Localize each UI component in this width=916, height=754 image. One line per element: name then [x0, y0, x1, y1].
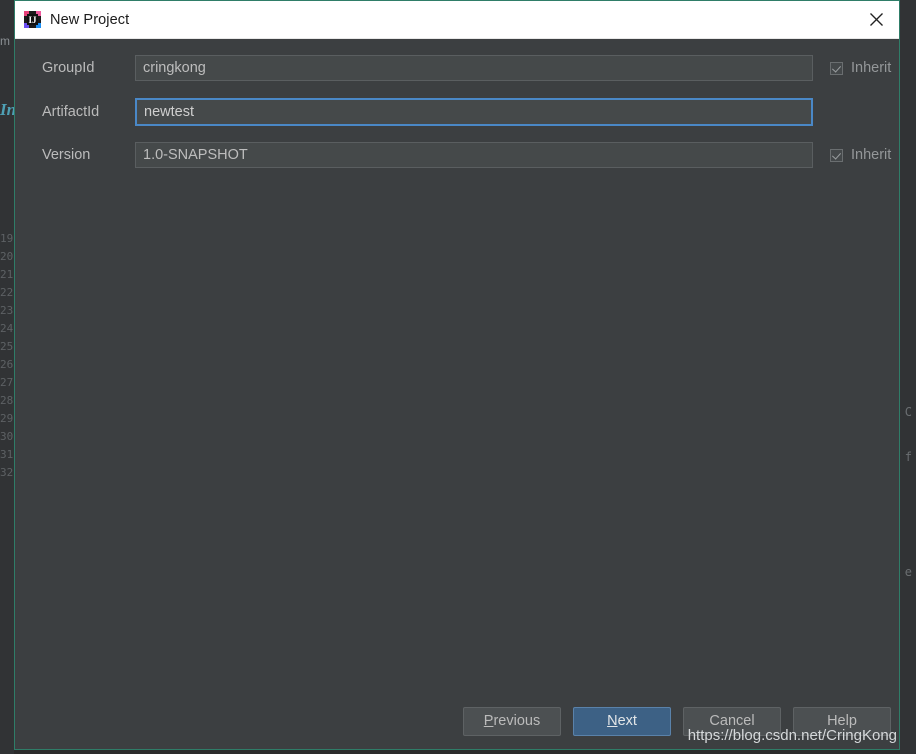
groupid-inherit-group[interactable]: Inherit — [830, 60, 891, 76]
page-title: New Project — [50, 11, 130, 28]
intellij-idea-icon: IJ — [24, 11, 41, 28]
background-text-fragment: m — [0, 34, 10, 48]
svg-text:IJ: IJ — [28, 15, 37, 25]
previous-button-mnemonic: P — [483, 713, 494, 729]
version-inherit-group[interactable]: Inherit — [830, 147, 891, 163]
form-row-artifactid: ArtifactId — [15, 98, 899, 126]
next-button-mnemonic: N — [607, 713, 618, 729]
screen: m In 19 20 21 22 23 24 25 26 27 28 29 30… — [0, 0, 916, 754]
artifactid-input[interactable] — [135, 98, 813, 126]
previous-button[interactable]: Previous — [463, 706, 561, 736]
background-text-fragment: f — [904, 450, 912, 464]
watermark-url: https://blog.csdn.net/CringKong — [687, 727, 897, 744]
editor-gutter-line-numbers: 19 20 21 22 23 24 25 26 27 28 29 30 31 3… — [0, 232, 14, 479]
background-text-fragment: In — [0, 100, 14, 119]
artifactid-label: ArtifactId — [42, 104, 100, 120]
groupid-input[interactable] — [135, 55, 813, 81]
groupid-inherit-label: Inherit — [851, 60, 892, 76]
groupid-inherit-checkbox[interactable] — [830, 61, 843, 75]
dialog-body: GroupId Inherit ArtifactId Version Inher… — [15, 39, 899, 749]
background-editor-left: m In 19 20 21 22 23 24 25 26 27 28 29 30… — [0, 0, 14, 754]
close-icon[interactable] — [853, 1, 899, 37]
next-button[interactable]: Next — [573, 706, 671, 736]
version-inherit-checkbox[interactable] — [830, 148, 843, 162]
form-row-groupid: GroupId Inherit — [15, 54, 899, 82]
previous-button-label: revious — [493, 713, 541, 729]
background-text-fragment: C — [904, 405, 912, 419]
dialog-titlebar: IJ New Project — [15, 1, 899, 39]
background-editor-right: C f e — [900, 0, 916, 754]
version-label: Version — [42, 147, 91, 163]
form-row-version: Version Inherit — [15, 141, 899, 169]
groupid-label: GroupId — [42, 60, 95, 76]
next-button-label: ext — [617, 713, 637, 729]
new-project-dialog: IJ New Project GroupId Inherit — [14, 0, 900, 750]
version-input[interactable] — [135, 142, 813, 168]
version-inherit-label: Inherit — [851, 147, 892, 163]
background-text-fragment: e — [904, 565, 912, 579]
